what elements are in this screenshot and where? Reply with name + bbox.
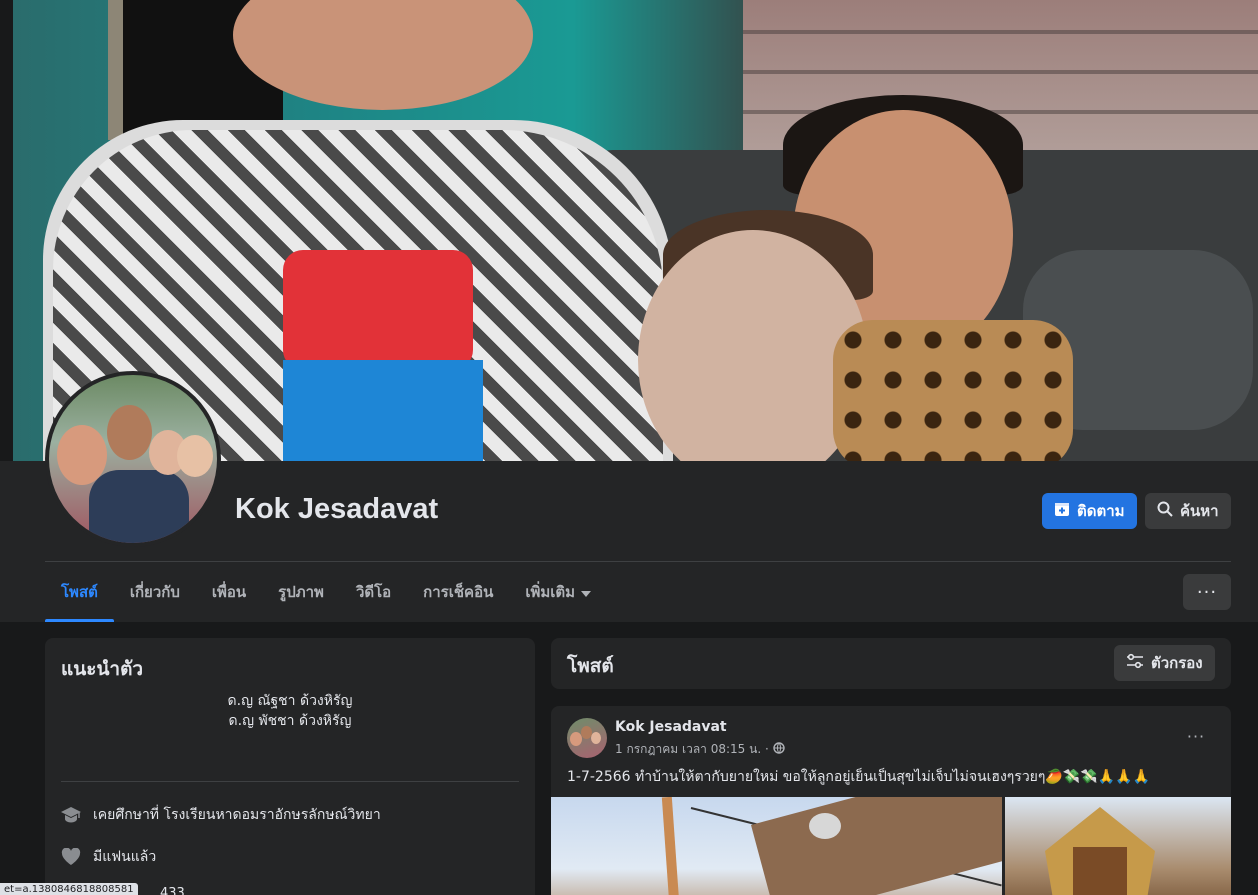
relationship-text: มีแฟนแล้ว — [93, 849, 157, 865]
cover-photo[interactable] — [13, 0, 1258, 461]
cover-shirt-logo-blue — [283, 360, 483, 461]
tab-more[interactable]: เพิ่มเติม — [509, 562, 607, 622]
post-text: 1-7-2566 ทำบ้านให้ตากับยายใหม่ ขอให้ลูกอ… — [567, 769, 1150, 785]
intro-divider — [61, 781, 519, 782]
relationship-row: มีแฟนแล้ว — [61, 846, 156, 868]
tab-checkins[interactable]: การเช็คอิน — [407, 562, 509, 622]
heart-icon — [61, 847, 81, 867]
post-options-button[interactable]: ··· — [1180, 724, 1212, 748]
followers-count-partial: 433 — [160, 886, 185, 895]
tab-about[interactable]: เกี่ยวกับ — [114, 562, 196, 622]
post-meta: 1 กรกฎาคม เวลา 08:15 น. · — [615, 740, 785, 759]
post-timestamp[interactable]: 1 กรกฎาคม เวลา 08:15 น. · — [615, 740, 769, 759]
intro-card: แนะนำตัว ด.ญ ณัฐชา ด้วงหิรัญ ด.ญ พัชชา ด… — [45, 638, 535, 895]
profile-more-button[interactable]: ··· — [1183, 574, 1231, 610]
filter-button[interactable]: ตัวกรอง — [1114, 645, 1215, 681]
tab-photos[interactable]: รูปภาพ — [262, 562, 340, 622]
filter-sliders-icon — [1126, 653, 1144, 673]
tab-posts[interactable]: โพสต์ — [45, 562, 114, 622]
filter-label: ตัวกรอง — [1151, 654, 1203, 672]
tab-friends[interactable]: เพื่อน — [196, 562, 262, 622]
profile-tabs: โพสต์ เกี่ยวกับ เพื่อน รูปภาพ วิดีโอ การ… — [45, 562, 607, 622]
link-status-bar: et=a.1380846818808581 — [0, 883, 138, 895]
post-photo-1[interactable] — [551, 797, 1002, 895]
more-dots-icon: ··· — [1196, 581, 1218, 603]
search-label: ค้นหา — [1180, 502, 1219, 520]
post-author-avatar[interactable] — [567, 718, 607, 758]
intro-bio: ด.ญ ณัฐชา ด้วงหิรัญ ด.ญ พัชชา ด้วงหิรัญ — [227, 693, 353, 729]
post-author-name[interactable]: Kok Jesadavat — [615, 719, 727, 735]
globe-icon — [773, 742, 785, 757]
graduation-cap-icon — [61, 805, 81, 825]
profile-name: Kok Jesadavat — [235, 493, 439, 525]
tab-videos[interactable]: วิดีโอ — [340, 562, 407, 622]
profile-picture[interactable] — [45, 371, 221, 547]
caret-down-icon — [581, 583, 592, 601]
education-row: เคยศึกษาที่ โรงเรียนหาดอมราอักษรลักษณ์วิ… — [61, 804, 381, 826]
cover-shirt-logo-red — [283, 250, 473, 370]
follow-icon — [1054, 501, 1070, 521]
follow-button[interactable]: ติดตาม — [1042, 493, 1137, 529]
avatar[interactable] — [49, 375, 217, 543]
post-photo-2[interactable] — [1005, 797, 1231, 895]
posts-title: โพสต์ — [567, 655, 614, 677]
search-button[interactable]: ค้นหา — [1145, 493, 1231, 529]
education-text: เคยศึกษาที่ โรงเรียนหาดอมราอักษรลักษณ์วิ… — [93, 807, 381, 823]
intro-title: แนะนำตัว — [61, 658, 144, 680]
follow-label: ติดตาม — [1077, 502, 1125, 520]
more-dots-icon: ··· — [1186, 726, 1206, 746]
posts-header: โพสต์ ตัวกรอง — [551, 638, 1231, 689]
search-icon — [1157, 501, 1173, 521]
post-card: Kok Jesadavat 1 กรกฎาคม เวลา 08:15 น. · … — [551, 706, 1231, 895]
cover-leopard-shirt — [833, 320, 1073, 461]
